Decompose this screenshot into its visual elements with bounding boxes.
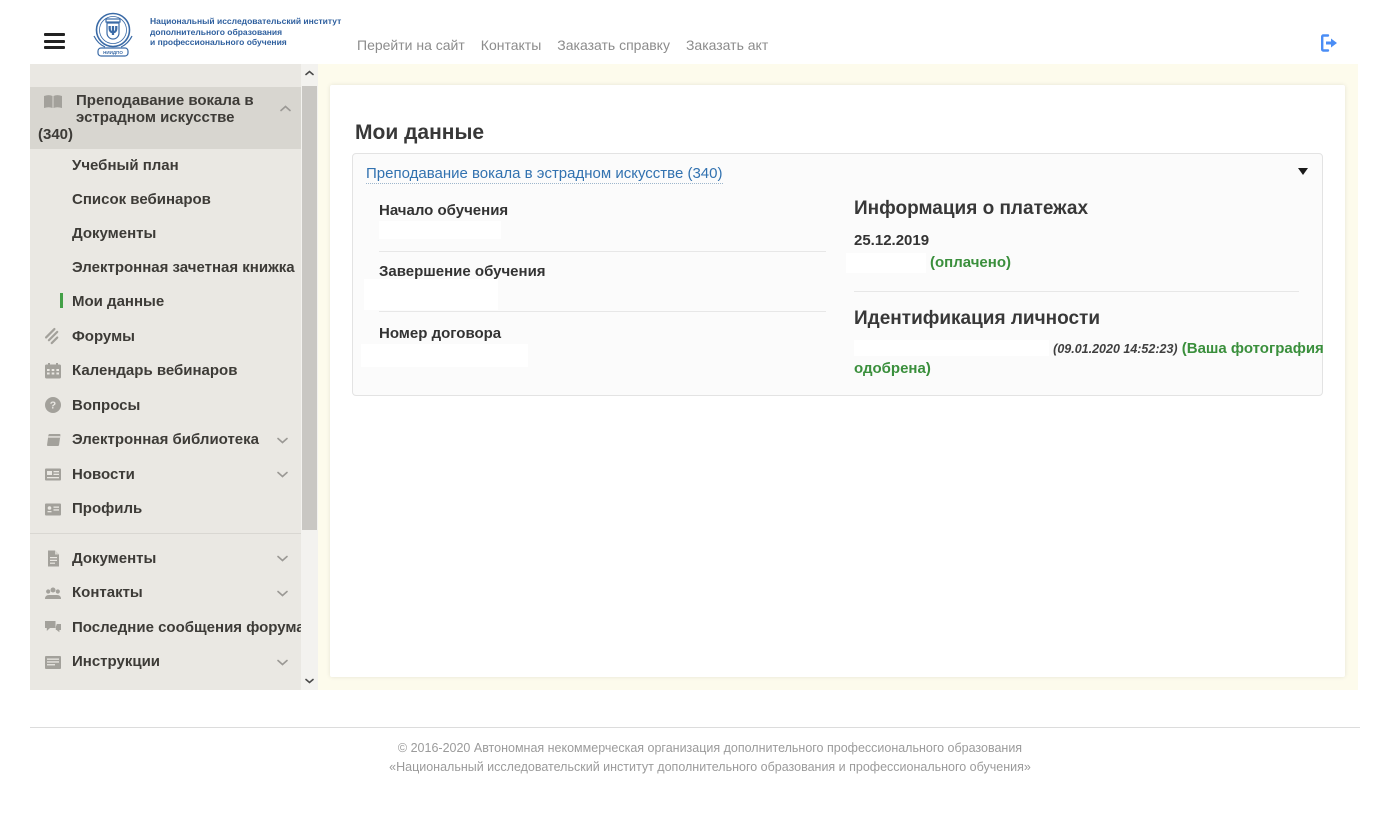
nav-link-contacts[interactable]: Контакты [481,37,541,53]
sidebar-item-webinar-calendar[interactable]: Календарь вебинаров [30,354,301,389]
footer-divider [30,727,1360,728]
redacted-value-box [361,344,528,367]
field-label-end-of-study: Завершение обучения [379,263,546,280]
chevron-down-icon [305,678,314,684]
chevron-down-icon [277,437,288,444]
sidebar-item-webinar-list[interactable]: Список вебинаров [30,183,301,217]
topbar: Ψ НИИДПО Национальный исследовательский … [0,0,1390,64]
nav-link-order-certificate[interactable]: Заказать справку [557,37,670,53]
sidebar-item-questions[interactable]: ? Вопросы [30,388,301,423]
calendar-icon [45,362,61,378]
institute-name-line2: дополнительного образования [150,26,283,37]
identity-status-line: (09.01.2020 14:52:23) (Ваша фотография о… [854,339,1324,379]
hamburger-menu-button[interactable] [44,33,65,49]
payments-heading: Информация о платежах [854,198,1089,219]
svg-text:Ψ: Ψ [108,24,118,38]
active-item-indicator [60,293,63,308]
chevron-up-icon [280,105,291,112]
top-navigation: Перейти на сайт Контакты Заказать справк… [357,37,768,53]
logout-button[interactable] [1318,32,1342,54]
institute-name: Национальный исследовательский институт … [150,16,341,48]
instructions-icon [45,655,61,669]
study-fields-column: Начало обучения Завершение обучения Номе… [361,198,826,378]
institute-name-line1: Национальный исследовательский институт [150,16,342,26]
app-window: Ψ НИИДПО Национальный исследовательский … [0,0,1390,830]
id-card-icon [45,503,61,515]
sidebar-scrollbar[interactable] [301,64,318,690]
collapse-caret-icon[interactable] [1298,168,1308,175]
copyright-line2: «Национальный исследовательский институт… [389,760,1031,774]
field-label-contract-number: Номер договора [379,325,502,342]
hamburger-icon [44,33,65,36]
users-icon [45,587,61,599]
chevron-down-icon [277,590,288,597]
sidebar: Преподавание вокала в эстрадном искусств… [30,64,318,690]
sidebar-item-forums[interactable]: Форумы [30,319,301,354]
identity-heading: Идентификация личности [854,308,1101,329]
course-group-label: Преподавание вокала в эстрадном искусств… [38,92,254,143]
sidebar-item-library[interactable]: Электронная библиотека [30,423,301,458]
field-divider [379,251,826,252]
sidebar-item-profile[interactable]: Профиль [30,492,301,527]
footer: © 2016-2020 Автономная некоммерческая ор… [30,739,1390,777]
copyright-line1: © 2016-2020 Автономная некоммерческая ор… [397,741,1023,755]
redacted-value-box [364,279,498,310]
nav-link-go-to-site[interactable]: Перейти на сайт [357,37,465,53]
chevron-down-icon [277,659,288,666]
scrollbar-thumb[interactable] [302,86,317,530]
svg-text:?: ? [50,400,56,412]
course-link[interactable]: Преподавание вокала в эстрадном искусств… [366,165,723,184]
sidebar-group-divider [30,533,301,534]
sidebar-item-news[interactable]: Новости [30,457,301,492]
sidebar-item-my-data[interactable]: Мои данные [30,285,301,319]
news-icon [45,468,61,481]
open-book-icon [44,95,62,108]
main-panel: Мои данные Преподавание вокала в эстрадн… [330,85,1345,677]
question-circle-icon: ? [45,397,61,413]
sidebar-item-curriculum[interactable]: Учебный план [30,149,301,183]
chevron-up-icon [305,70,314,76]
chevron-down-icon [277,555,288,562]
sidebar-course-group-header[interactable]: Преподавание вокала в эстрадном искусств… [30,87,301,149]
page-title: Мои данные [355,121,485,144]
sidebar-item-instructions[interactable]: Инструкции [30,645,301,680]
sidebar-item-gradebook[interactable]: Электронная зачетная книжка [30,251,301,285]
identity-timestamp: (09.01.2020 14:52:23) [1053,342,1178,356]
section-divider [854,291,1299,292]
scrollbar-up-arrow[interactable] [301,64,318,82]
field-label-start-of-study: Начало обучения [379,202,509,219]
redacted-value-box [379,221,501,239]
scrollbar-down-arrow[interactable] [301,672,318,690]
sidebar-menu: Преподавание вокала в эстрадном искусств… [30,64,305,680]
sign-out-icon [1321,34,1337,52]
sidebar-item-contacts[interactable]: Контакты [30,576,301,611]
content-background: Мои данные Преподавание вокала в эстрадн… [318,64,1358,690]
chevron-down-icon [277,471,288,478]
redacted-name-box [854,340,1049,356]
nav-link-order-act[interactable]: Заказать акт [686,37,768,53]
status-column: Информация о платежах 25.12.2019 (оплаче… [846,198,1324,388]
comments-icon [45,621,61,633]
svg-text:НИИДПО: НИИДПО [103,50,123,55]
sidebar-item-latest-forum-posts[interactable]: Последние сообщения форума [30,610,305,645]
document-icon [48,550,59,567]
payment-status: (оплачено) [930,254,1011,271]
field-divider [379,311,826,312]
library-book-icon [47,433,61,446]
sidebar-item-course-documents[interactable]: Документы [30,217,301,251]
course-data-card: Преподавание вокала в эстрадном искусств… [352,153,1324,396]
payment-date: 25.12.2019 [854,232,930,249]
institute-name-line3: и профессионального обучения [150,37,287,47]
sidebar-item-documents[interactable]: Документы [30,541,301,576]
institute-emblem-logo: Ψ НИИДПО [93,12,133,57]
redacted-amount-box [846,253,926,273]
forum-icon [44,327,59,345]
